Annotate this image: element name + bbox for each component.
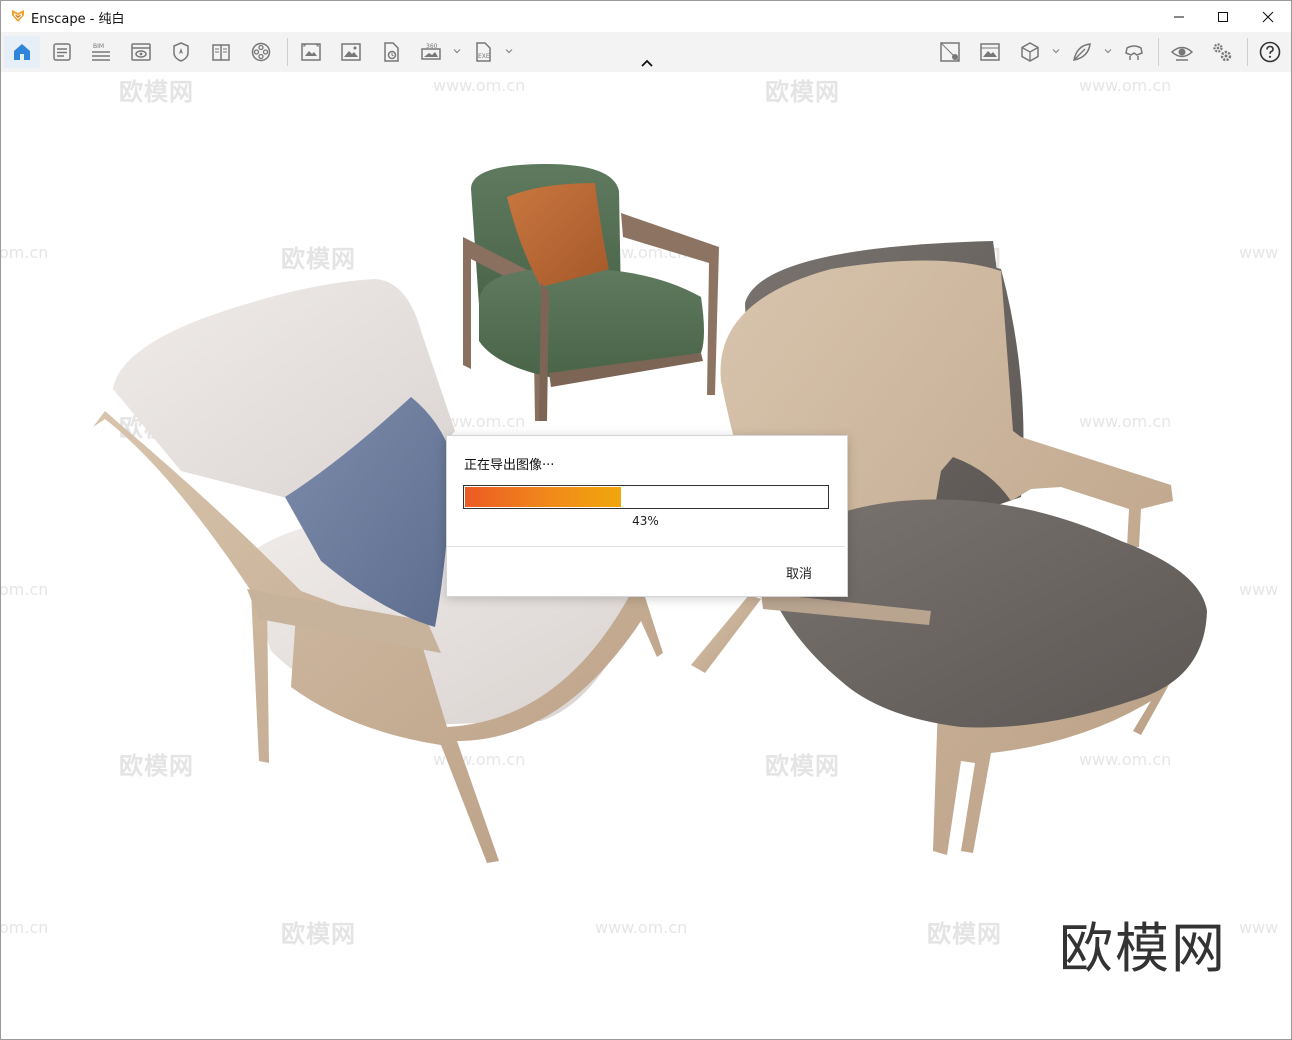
svg-text:BIM: BIM xyxy=(93,43,104,50)
panorama-dropdown-icon[interactable] xyxy=(452,46,462,56)
export-exe-icon: EXE xyxy=(476,42,491,62)
minimize-button[interactable] xyxy=(1156,1,1202,32)
brand-watermark: 欧模网 xyxy=(1059,917,1227,980)
export-progress-dialog: 正在导出图像··· 43% 取消 xyxy=(446,435,848,597)
settings-gears-icon xyxy=(1213,43,1232,62)
atmosphere-icon xyxy=(980,43,1000,61)
capture-button[interactable] xyxy=(293,36,329,68)
capture-icon xyxy=(301,43,321,61)
bim-icon: BIM xyxy=(92,43,110,61)
panorama-button[interactable]: 360 xyxy=(413,36,449,68)
toolbar-separator xyxy=(1247,38,1248,66)
asset-leaf-icon xyxy=(1073,43,1091,61)
cancel-button[interactable]: 取消 xyxy=(771,560,827,584)
atmosphere-button[interactable] xyxy=(972,36,1008,68)
home-button[interactable] xyxy=(4,36,40,68)
green-armchair xyxy=(463,163,719,421)
maximize-button[interactable] xyxy=(1200,1,1246,32)
help-icon xyxy=(1259,41,1281,63)
close-icon xyxy=(1262,11,1274,22)
visual-settings-button[interactable] xyxy=(1164,36,1200,68)
close-button[interactable] xyxy=(1245,1,1291,32)
library-button[interactable] xyxy=(203,36,239,68)
progress-bar xyxy=(463,485,829,509)
batch-render-icon xyxy=(384,42,399,62)
progress-bar-fill xyxy=(465,487,621,507)
video-editor-button[interactable] xyxy=(243,36,279,68)
bim-button[interactable]: BIM xyxy=(83,36,119,68)
view-icon xyxy=(131,43,151,61)
compass-button[interactable] xyxy=(163,36,199,68)
material-editor-button[interactable] xyxy=(932,36,968,68)
home-icon xyxy=(14,44,30,60)
material-editor-icon xyxy=(940,42,960,62)
maximize-icon xyxy=(1218,11,1228,22)
progress-percent: 43% xyxy=(632,514,659,528)
screenshot-icon xyxy=(341,43,361,61)
collapse-toolbar-icon[interactable] xyxy=(637,57,657,71)
title-bar[interactable]: Enscape - 纯白 xyxy=(1,1,1291,32)
dialog-title: 正在导出图像··· xyxy=(464,458,555,473)
asset-dropdown-icon[interactable] xyxy=(1103,46,1113,56)
views-button[interactable] xyxy=(1012,36,1048,68)
enscape-logo-icon xyxy=(12,10,24,22)
vr-headset-button[interactable] xyxy=(1116,36,1152,68)
toolbar-separator xyxy=(1158,38,1159,66)
cube-icon xyxy=(1021,42,1039,62)
dialog-divider xyxy=(447,546,845,547)
window-title: Enscape - 纯白 xyxy=(31,12,125,27)
compass-icon xyxy=(173,42,189,62)
vr-headset-icon xyxy=(1125,45,1143,60)
general-settings-button[interactable] xyxy=(1204,36,1240,68)
export-dropdown-icon[interactable] xyxy=(504,46,514,56)
export-exe-button[interactable]: EXE xyxy=(465,36,501,68)
help-button[interactable] xyxy=(1252,36,1288,68)
library-icon xyxy=(212,44,230,61)
panorama-icon: 360 xyxy=(421,43,441,60)
view-button[interactable] xyxy=(123,36,159,68)
minimize-icon xyxy=(1174,16,1184,17)
views-dropdown-icon[interactable] xyxy=(1051,46,1061,56)
properties-button[interactable] xyxy=(44,36,80,68)
svg-text:EXE: EXE xyxy=(478,53,490,60)
enscape-window: Enscape - 纯白 BIM 360 EXE 欧模网 www.om.cn 欧… xyxy=(0,0,1292,1040)
eye-icon xyxy=(1170,46,1194,61)
screenshot-button[interactable] xyxy=(333,36,369,68)
batch-render-button[interactable] xyxy=(373,36,409,68)
properties-icon xyxy=(53,43,71,61)
asset-library-button[interactable] xyxy=(1064,36,1100,68)
video-reel-icon xyxy=(251,42,271,62)
toolbar-separator xyxy=(287,38,288,66)
